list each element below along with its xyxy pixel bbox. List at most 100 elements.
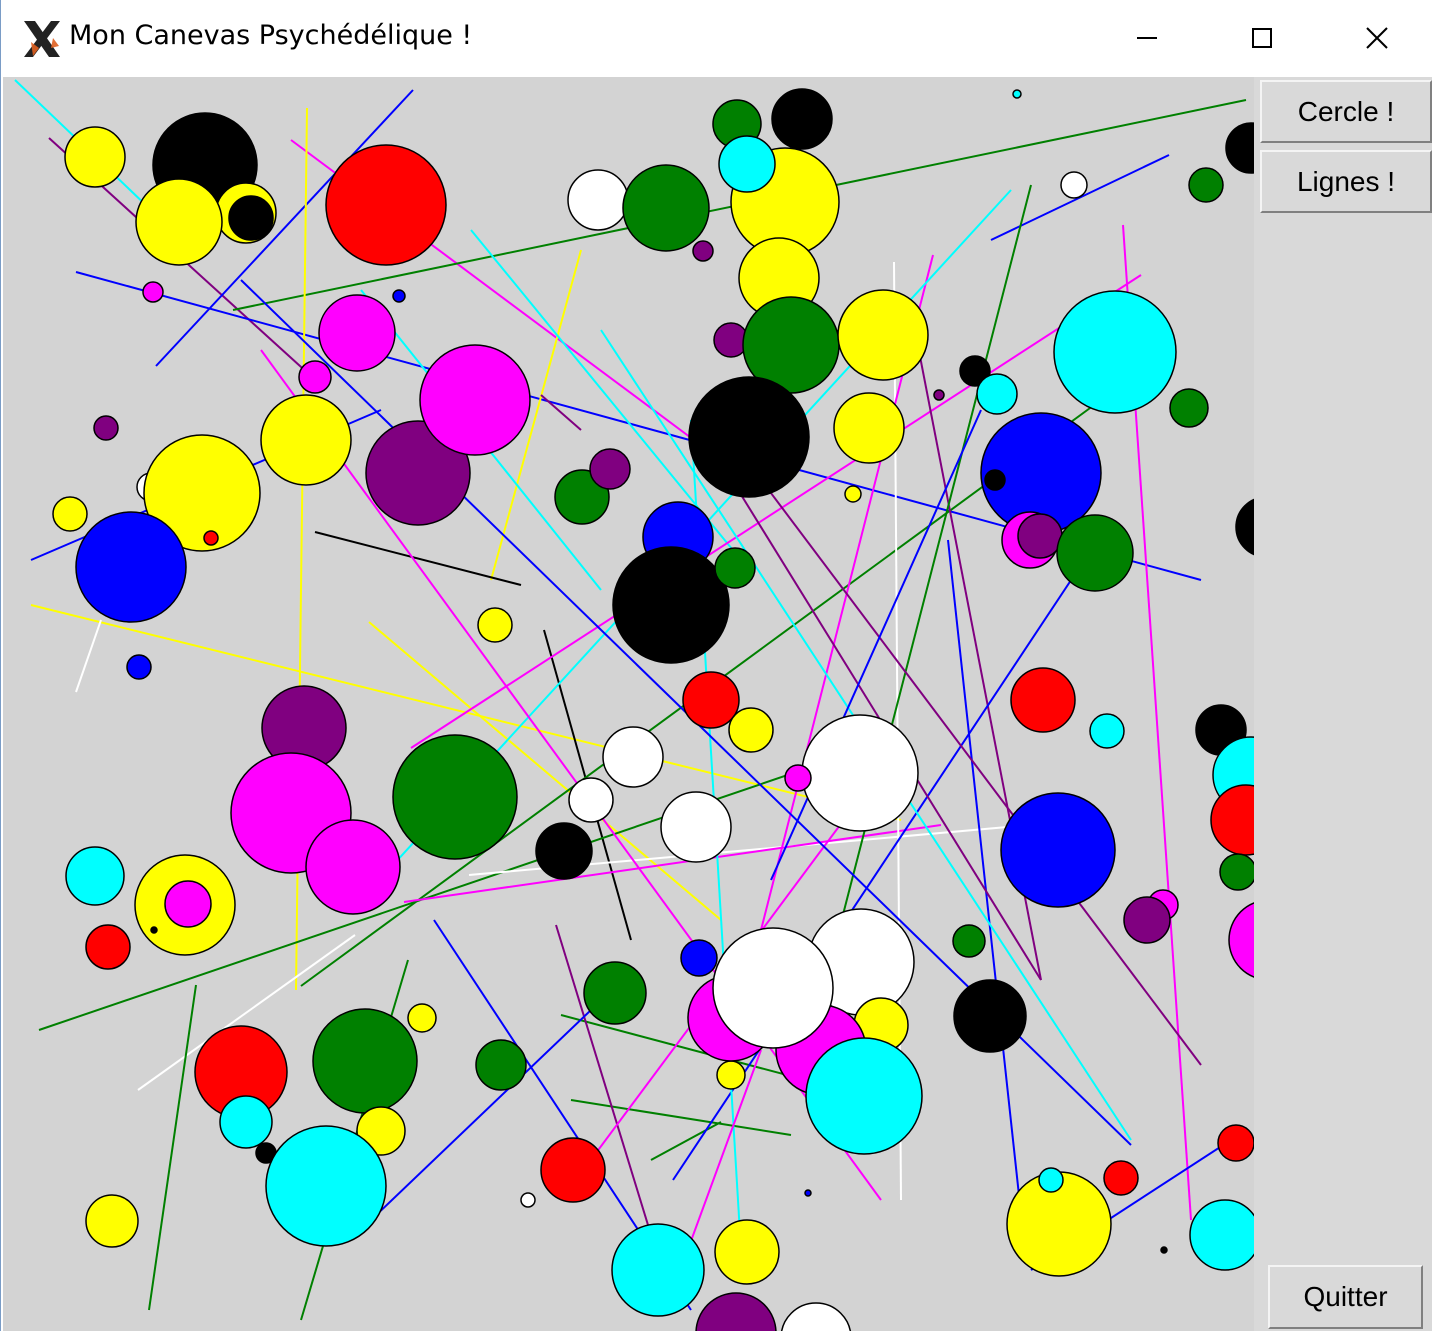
drawn-circle-95: [219, 1095, 273, 1149]
psychedelic-drawing: [14, 79, 1254, 1331]
drawn-circle-34: [833, 392, 905, 464]
drawn-circle-106: [611, 1223, 705, 1317]
drawn-circle-7: [142, 281, 164, 303]
drawn-circle-80: [164, 880, 212, 928]
drawn-line-43: [700, 429, 1042, 981]
drawn-circle-108: [695, 1292, 777, 1331]
drawn-circle-76: [305, 819, 401, 915]
circle-button[interactable]: Cercle !: [1260, 80, 1432, 143]
drawn-circle-18: [75, 511, 187, 623]
app-window: Mon Canevas Psychédélique ! Cercle ! Lig…: [0, 0, 1432, 1331]
drawn-circle-61: [1219, 853, 1254, 891]
drawn-line-13: [314, 531, 522, 586]
drawn-circle-73: [1160, 1246, 1168, 1254]
drawn-circle-55: [1235, 498, 1254, 556]
x-app-icon: [24, 21, 60, 57]
drawn-circle-86: [568, 777, 614, 823]
drawn-line-31: [650, 1121, 722, 1161]
drawn-circle-67: [953, 979, 1027, 1053]
minimize-icon: [1136, 37, 1157, 39]
drawn-circle-57: [1089, 713, 1125, 749]
drawn-circle-62: [1228, 902, 1254, 978]
drawn-circle-23: [622, 164, 710, 252]
drawn-circle-105: [714, 1219, 780, 1285]
quit-button[interactable]: Quitter: [1268, 1265, 1423, 1329]
drawn-circle-4: [228, 195, 274, 241]
drawn-circle-71: [1217, 1124, 1254, 1162]
drawn-circle-48: [933, 389, 945, 401]
drawn-circle-84: [728, 707, 774, 753]
drawn-circle-103: [520, 1192, 536, 1208]
maximize-icon: [1251, 28, 1272, 48]
drawn-circle-19: [203, 530, 219, 546]
control-panel: Cercle ! Lignes ! Quitter: [1254, 77, 1432, 1331]
drawn-circle-6: [325, 144, 447, 266]
drawn-circle-99: [85, 1194, 139, 1248]
drawn-circle-107: [804, 1189, 812, 1197]
drawn-circle-36: [589, 448, 631, 490]
drawing-canvas[interactable]: [3, 77, 1254, 1331]
drawn-circle-70: [1038, 1167, 1064, 1193]
drawn-circle-85: [602, 726, 664, 788]
drawn-circle-77: [392, 734, 518, 860]
drawn-circle-9: [392, 289, 406, 303]
title-bar[interactable]: Mon Canevas Psychédélique !: [1, 0, 1432, 76]
drawn-circle-82: [150, 926, 158, 934]
drawn-circle-13: [419, 344, 531, 456]
drawn-line-27: [990, 154, 1170, 241]
drawn-circle-56: [1010, 667, 1076, 733]
drawn-circle-28: [718, 135, 776, 193]
drawn-circle-83: [682, 671, 740, 729]
drawn-circle-100: [583, 961, 647, 1025]
drawn-circle-45: [1053, 290, 1177, 414]
drawn-line-36: [148, 984, 197, 1311]
drawn-circle-17: [52, 496, 88, 532]
drawn-circle-24: [692, 240, 714, 262]
drawn-circle-87: [535, 822, 593, 880]
minimize-button[interactable]: [1089, 0, 1204, 76]
window-title: Mon Canevas Psychédélique !: [69, 20, 473, 51]
drawn-circle-39: [714, 547, 756, 589]
drawn-circle-65: [1123, 896, 1171, 944]
drawn-circle-109: [780, 1302, 852, 1331]
drawn-circle-93: [475, 1039, 527, 1091]
drawn-circle-92: [312, 1008, 418, 1114]
drawn-circle-38: [612, 546, 730, 664]
drawn-circle-51: [984, 469, 1006, 491]
drawn-circle-53: [1017, 513, 1063, 559]
drawn-circle-49: [1169, 388, 1209, 428]
drawn-circle-60: [1210, 784, 1254, 856]
drawn-circle-101: [680, 939, 718, 977]
drawn-circle-89: [801, 714, 919, 832]
drawn-circle-20: [126, 654, 152, 680]
drawn-circle-43: [1188, 167, 1224, 203]
drawn-circle-41: [1012, 89, 1022, 99]
drawn-circle-10: [298, 360, 332, 394]
drawn-circle-90: [784, 764, 812, 792]
drawn-circle-40: [844, 485, 862, 503]
drawn-circle-47: [976, 373, 1018, 415]
drawn-line-28: [947, 539, 1027, 1261]
drawn-circle-91: [407, 1003, 437, 1033]
drawn-circle-5: [135, 178, 223, 266]
drawn-circle-72: [1189, 1199, 1254, 1271]
drawn-circle-14: [93, 415, 119, 441]
close-button[interactable]: [1319, 0, 1432, 76]
drawn-circle-32: [837, 289, 929, 381]
drawn-circle-11: [260, 394, 352, 486]
close-icon: [1365, 27, 1388, 49]
drawn-circle-68: [1103, 1160, 1139, 1196]
drawn-circle-115: [712, 927, 834, 1049]
drawn-circle-66: [952, 924, 986, 958]
drawn-line-15: [75, 619, 102, 693]
drawn-circle-33: [688, 376, 810, 498]
drawn-line-11: [540, 394, 582, 431]
lines-button[interactable]: Lignes !: [1260, 150, 1432, 213]
maximize-button[interactable]: [1204, 0, 1319, 76]
drawn-circle-104: [716, 1060, 746, 1090]
drawn-circle-54: [1056, 514, 1134, 592]
drawn-circle-81: [85, 924, 131, 970]
drawn-circle-8: [318, 294, 396, 372]
drawn-circle-1: [64, 126, 126, 188]
drawn-circle-88: [660, 791, 732, 863]
